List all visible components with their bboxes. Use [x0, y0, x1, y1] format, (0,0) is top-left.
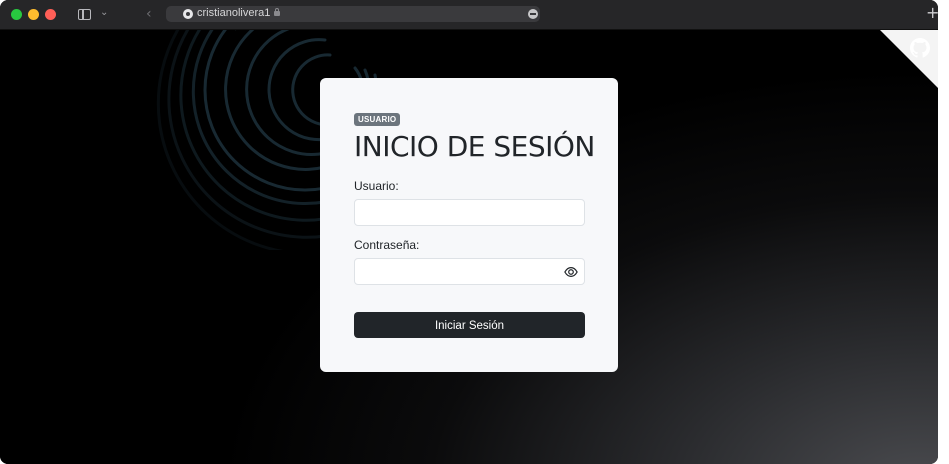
password-label: Contraseña: — [354, 238, 420, 252]
login-button[interactable]: Iniciar Sesión — [354, 312, 585, 338]
close-button[interactable] — [45, 9, 56, 20]
eye-icon[interactable] — [564, 265, 578, 279]
user-badge: USUARIO — [354, 113, 401, 126]
page-title: INICIO DE SESIÓN — [354, 130, 595, 163]
sidebar-icon[interactable] — [78, 9, 91, 20]
chevron-down-icon[interactable]: ⌄ — [100, 7, 108, 18]
username-label: Usuario: — [354, 179, 399, 193]
back-button[interactable]: ‹ — [146, 6, 152, 22]
browser-toolbar: ⌄ ‹ cristianolivera1 + — [0, 0, 938, 30]
github-octocat-icon[interactable] — [908, 36, 932, 60]
address-bar[interactable]: cristianolivera1 — [166, 6, 540, 22]
username-field[interactable] — [354, 199, 585, 226]
minimize-button[interactable] — [28, 9, 39, 20]
browser-window: ⌄ ‹ cristianolivera1 + USUARIO INICIO DE… — [0, 0, 938, 464]
site-settings-icon[interactable] — [528, 9, 538, 19]
login-card: USUARIO INICIO DE SESIÓN Usuario: Contra… — [320, 78, 618, 372]
github-icon — [183, 9, 193, 19]
lock-icon — [274, 8, 280, 16]
new-tab-button[interactable]: + — [926, 3, 938, 22]
password-field[interactable] — [354, 258, 585, 285]
maximize-button[interactable] — [11, 9, 22, 20]
page-background: USUARIO INICIO DE SESIÓN Usuario: Contra… — [0, 30, 938, 464]
url-text: cristianolivera1 — [197, 7, 271, 19]
